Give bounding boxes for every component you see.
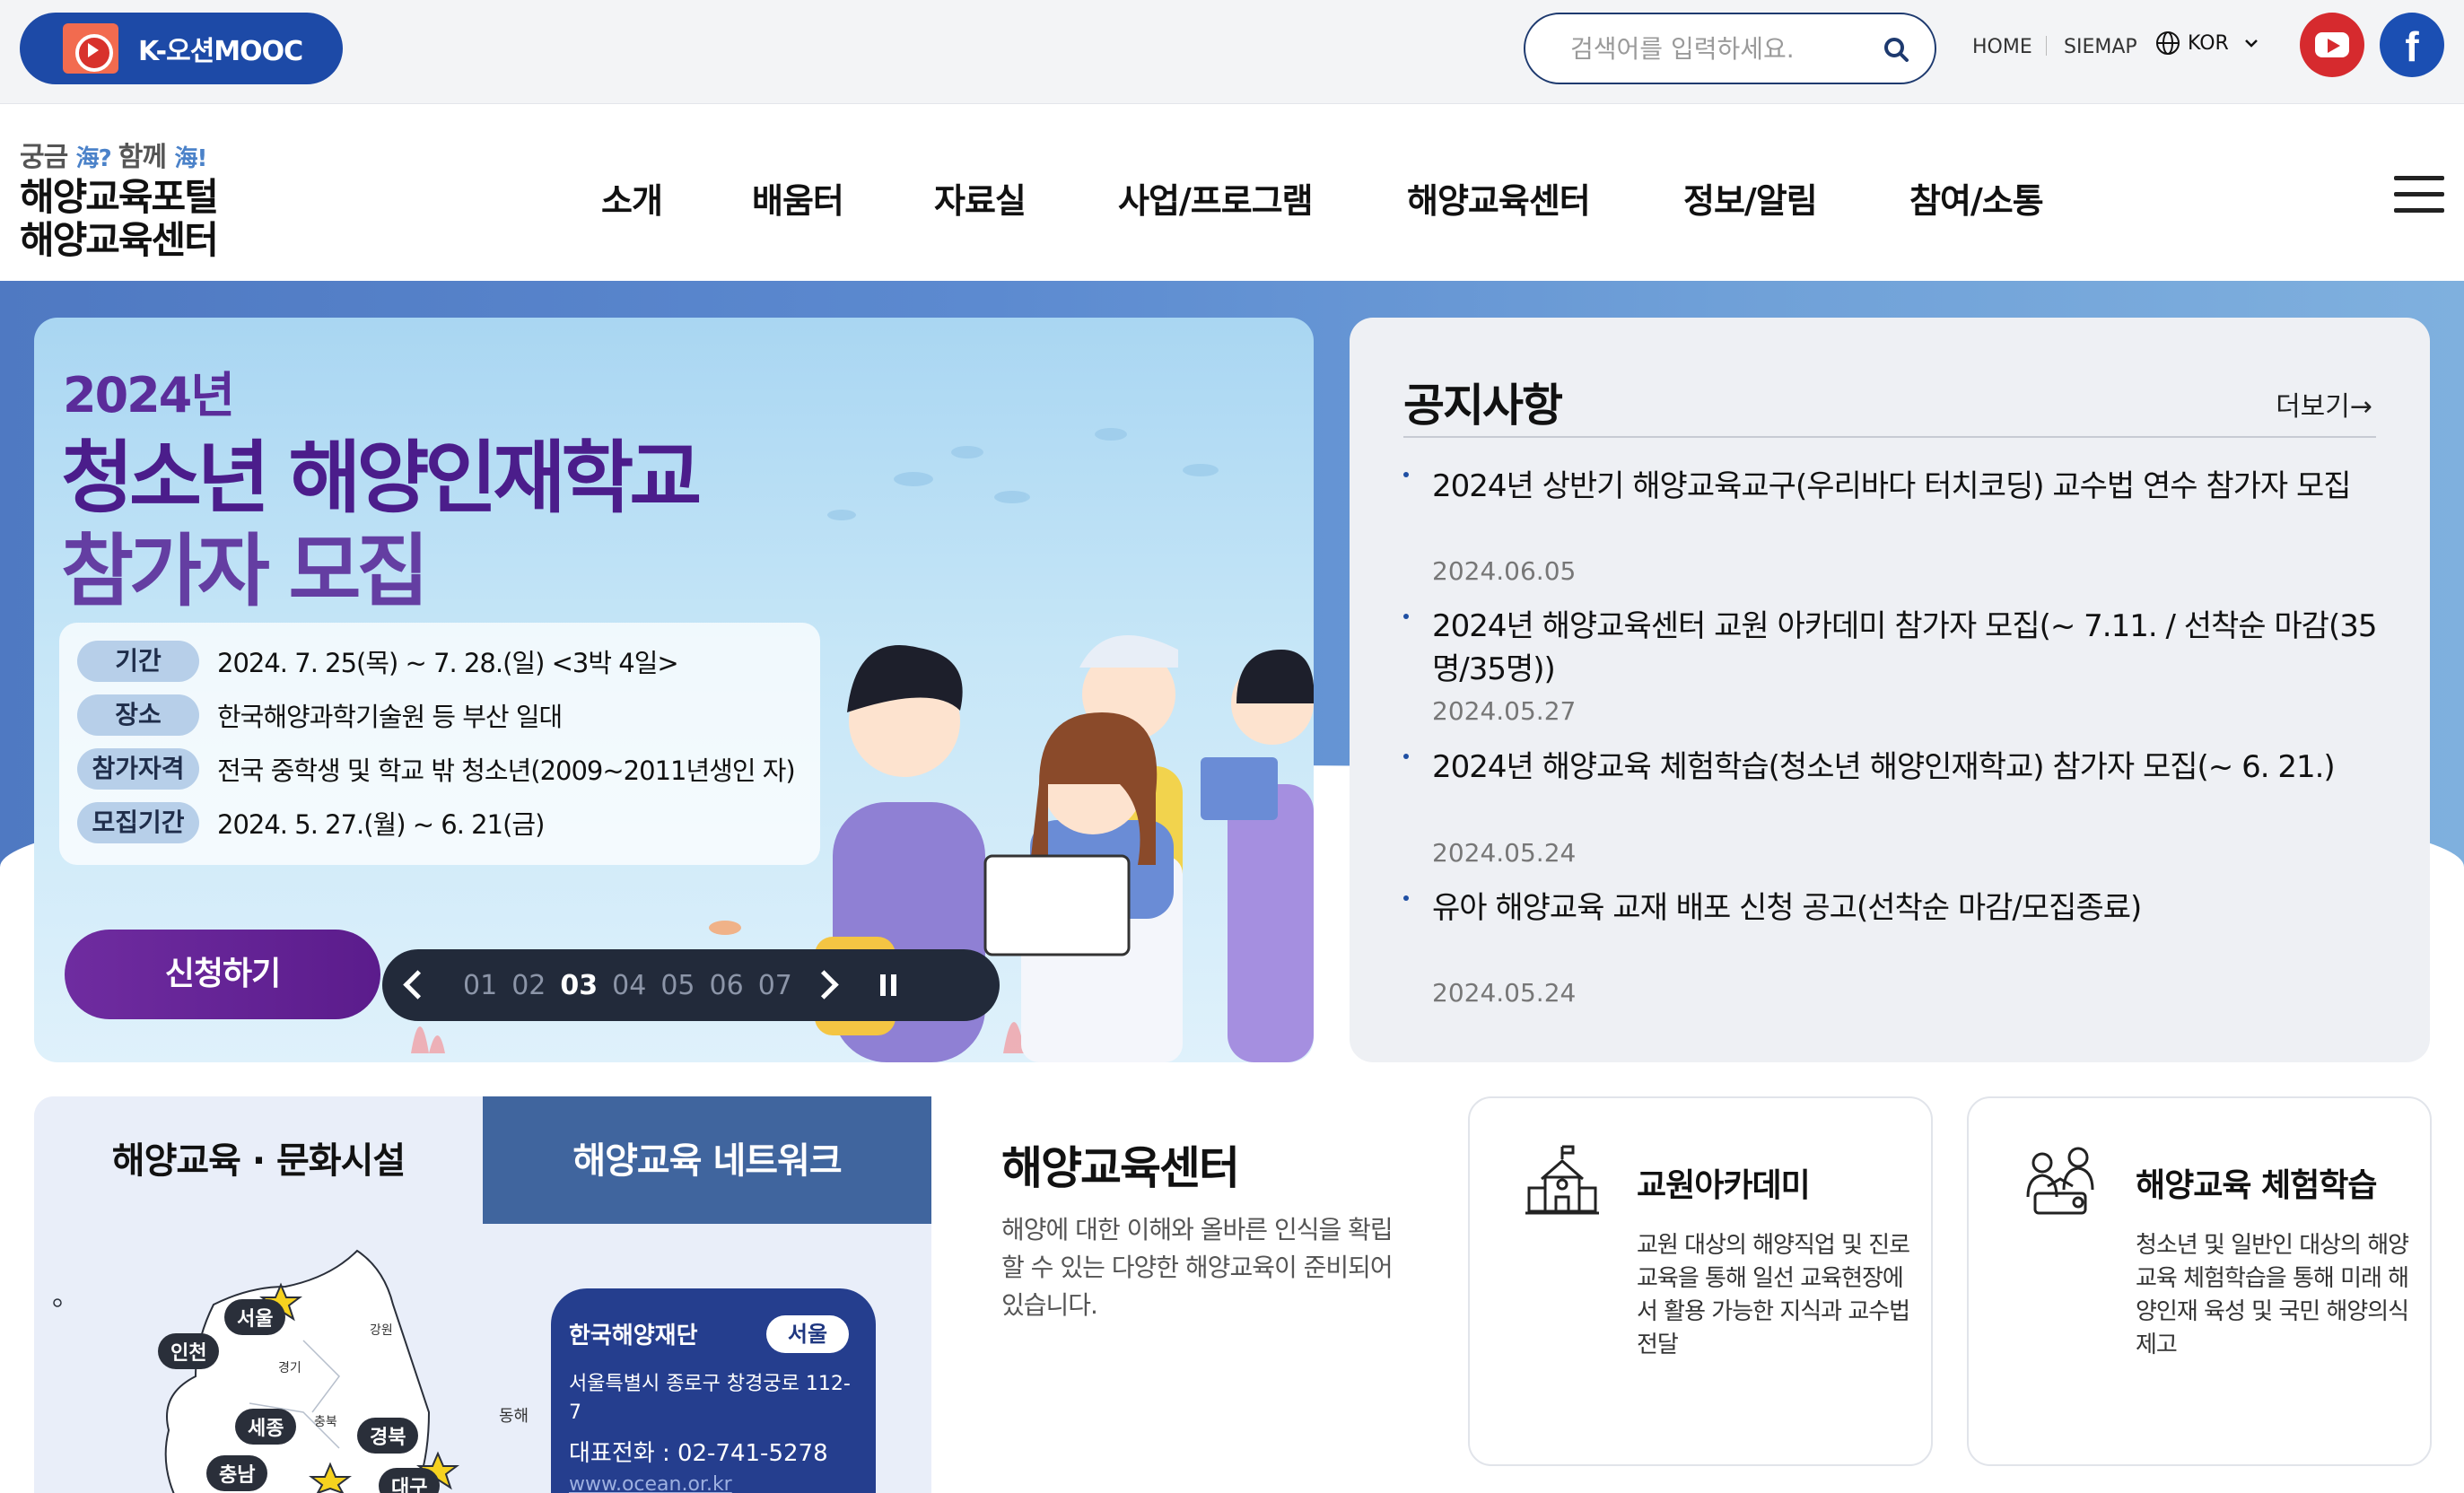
people-icon	[2026, 1147, 2094, 1215]
program-card-field-trip[interactable]: 해양교육 체험학습 청소년 및 일반인 대상의 해양교육 체험학습을 통해 미래…	[1967, 1096, 2432, 1466]
search-box	[1524, 13, 1936, 84]
notice-item[interactable]: 2024년 상반기 해양교육교구(우리바다 터치코딩) 교수법 연수 참가자 모…	[1432, 465, 2383, 508]
city-daegu[interactable]: 대구	[379, 1468, 441, 1493]
language-label: KOR	[2188, 31, 2229, 55]
page-04[interactable]: 04	[612, 970, 646, 1001]
banner-info-box: 기간 2024. 7. 25(목) ~ 7. 28.(일) <3박 4일> 장소 한…	[59, 623, 820, 865]
tab-network[interactable]: 해양교육 네트워크	[483, 1096, 931, 1224]
sitemap-link[interactable]: SIEMAP	[2064, 36, 2137, 58]
program-description: 교원 대상의 해양직업 및 진로교육을 통해 일선 교육현장에서 활용 가능한 …	[1637, 1232, 1910, 1358]
bullet-icon	[1403, 614, 1409, 619]
region-gyeonggi: 경기	[278, 1361, 301, 1375]
org-phone: 대표전화 : 02-741-5278	[569, 1440, 828, 1467]
facebook-button[interactable]: f	[2380, 13, 2444, 77]
nav-item-community[interactable]: 참여/소통	[1909, 173, 2044, 223]
banner-pagination: 01 02 03 04 05 06 07	[382, 949, 1000, 1021]
city-chungnam[interactable]: 충남	[206, 1455, 268, 1491]
page-01[interactable]: 01	[463, 970, 497, 1001]
nav-item-learning[interactable]: 배움터	[752, 173, 844, 223]
k-ocean-mooc-button[interactable]: K-오션MOOC	[20, 13, 343, 84]
page-05[interactable]: 05	[660, 970, 695, 1001]
korea-map-outline	[53, 1249, 459, 1493]
language-select[interactable]: KOR	[2155, 31, 2259, 56]
nav-item-center[interactable]: 해양교육센터	[1407, 173, 1591, 223]
apply-button[interactable]: 신청하기	[65, 930, 380, 1019]
city-gyeongbuk[interactable]: 경북	[357, 1418, 419, 1454]
bullet-icon	[1403, 754, 1409, 759]
prev-slide-icon[interactable]	[398, 967, 434, 1003]
center-description: 해양에 대한 이해와 올바른 인식을 확립할 수 있는 다양한 해양교육이 준비…	[1001, 1215, 1394, 1320]
notice-date: 2024.05.27	[1432, 696, 1577, 726]
page-02[interactable]: 02	[511, 970, 546, 1001]
page-03[interactable]: 03	[560, 970, 598, 1001]
chevron-down-icon	[2244, 39, 2258, 48]
notice-item[interactable]: 유아 해양교육 교재 배포 신청 공고(선착순 마감/모집종료)	[1432, 886, 2383, 930]
divider	[2046, 36, 2047, 56]
notice-panel: 공지사항 더보기→ 2024년 상반기 해양교육교구(우리바다 터치코딩) 교수…	[1350, 318, 2430, 1062]
city-seoul[interactable]: 서울	[224, 1299, 286, 1335]
globe-icon	[2156, 31, 2180, 55]
school-icon	[1525, 1145, 1599, 1215]
notice-more-link[interactable]: 더보기→	[2276, 384, 2372, 423]
banner-subtitle: 참가자 모집	[61, 525, 429, 617]
bullet-icon	[1403, 472, 1409, 477]
region-gangwon: 강원	[370, 1323, 393, 1338]
nav-item-resources[interactable]: 자료실	[934, 173, 1027, 223]
page-07[interactable]: 07	[758, 970, 792, 1001]
region-chungbuk: 충북	[314, 1415, 337, 1429]
bullet-icon	[1403, 895, 1409, 901]
youtube-button[interactable]	[2300, 13, 2364, 77]
youtube-icon	[2315, 32, 2349, 57]
page-06[interactable]: 06	[710, 970, 744, 1001]
notice-date: 2024.05.24	[1432, 978, 1577, 1008]
notice-date: 2024.05.24	[1432, 838, 1577, 868]
program-title: 교원아카데미	[1637, 1167, 1811, 1204]
info-row-place: 장소 한국해양과학기술원 등 부산 일대	[77, 693, 563, 738]
region-east-sea: 동해	[499, 1407, 529, 1426]
notice-date: 2024.06.05	[1432, 556, 1577, 586]
nav-item-intro[interactable]: 소개	[601, 173, 663, 223]
play-book-icon	[63, 23, 118, 74]
info-row-eligibility: 참가자격 전국 중학생 및 학교 밖 청소년(2009~2011년생인 자)	[77, 746, 796, 791]
organization-card[interactable]: 한국해양재단 서울 서울특별시 종로구 창경궁로 112-7 대표전화 : 02…	[551, 1288, 876, 1493]
program-card-teacher-academy[interactable]: 교원아카데미 교원 대상의 해양직업 및 진로교육을 통해 일선 교육현장에서 …	[1468, 1096, 1933, 1466]
program-description: 청소년 및 일반인 대상의 해양교육 체험학습을 통해 미래 해양인재 육성 및…	[2136, 1232, 2409, 1358]
nav-item-news[interactable]: 정보/알림	[1683, 173, 1818, 223]
tab-facilities[interactable]: 해양교육 · 문화시설	[34, 1096, 483, 1224]
center-title: 해양교육센터	[1001, 1142, 1240, 1194]
facility-panel: 해양교육 · 문화시설 해양교육 네트워크 서울 인천 세종 경북 충남 대구 …	[34, 1096, 931, 1493]
info-row-period: 기간 2024. 7. 25(목) ~ 7. 28.(일) <3박 4일>	[77, 639, 679, 684]
main-banner[interactable]: 2024년 청소년 해양인재학교 참가자 모집 기간 2024. 7. 25(목)…	[34, 318, 1314, 1062]
org-website-link[interactable]: www.ocean.or.kr	[569, 1473, 860, 1493]
home-link[interactable]: HOME	[1972, 36, 2032, 58]
org-address: 서울특별시 종로구 창경궁로 112-7	[569, 1373, 851, 1424]
site-logo-line2[interactable]: 해양교육센터	[20, 210, 219, 265]
hamburger-menu-icon[interactable]	[2394, 176, 2444, 214]
org-region-badge: 서울	[766, 1315, 849, 1353]
info-row-recruit: 모집기간 2024. 5. 27.(월) ~ 6. 21(금)	[77, 800, 545, 845]
city-incheon[interactable]: 인천	[158, 1333, 220, 1369]
pause-icon[interactable]	[869, 967, 905, 1003]
search-input[interactable]	[1570, 33, 1875, 64]
notice-item[interactable]: 2024년 해양교육센터 교원 아카데미 참가자 모집(~ 7.11. / 선착…	[1432, 605, 2383, 691]
facebook-icon: f	[2405, 23, 2419, 70]
nav-item-programs[interactable]: 사업/프로그램	[1118, 173, 1314, 223]
notice-title: 공지사항	[1403, 380, 1563, 432]
k-ocean-mooc-label: K-오션MOOC	[138, 36, 303, 67]
top-utility-bar: K-오션MOOC HOME SIEMAP KOR f	[0, 0, 2464, 104]
city-sejong[interactable]: 세종	[235, 1409, 297, 1445]
divider	[1403, 436, 2376, 438]
notice-item[interactable]: 2024년 해양교육 체험학습(청소년 해양인재학교) 참가자 모집(~ 6. …	[1432, 746, 2383, 789]
program-title: 해양교육 체험학습	[2136, 1167, 2377, 1204]
next-slide-icon[interactable]	[810, 967, 846, 1003]
search-icon[interactable]	[1883, 36, 1909, 63]
